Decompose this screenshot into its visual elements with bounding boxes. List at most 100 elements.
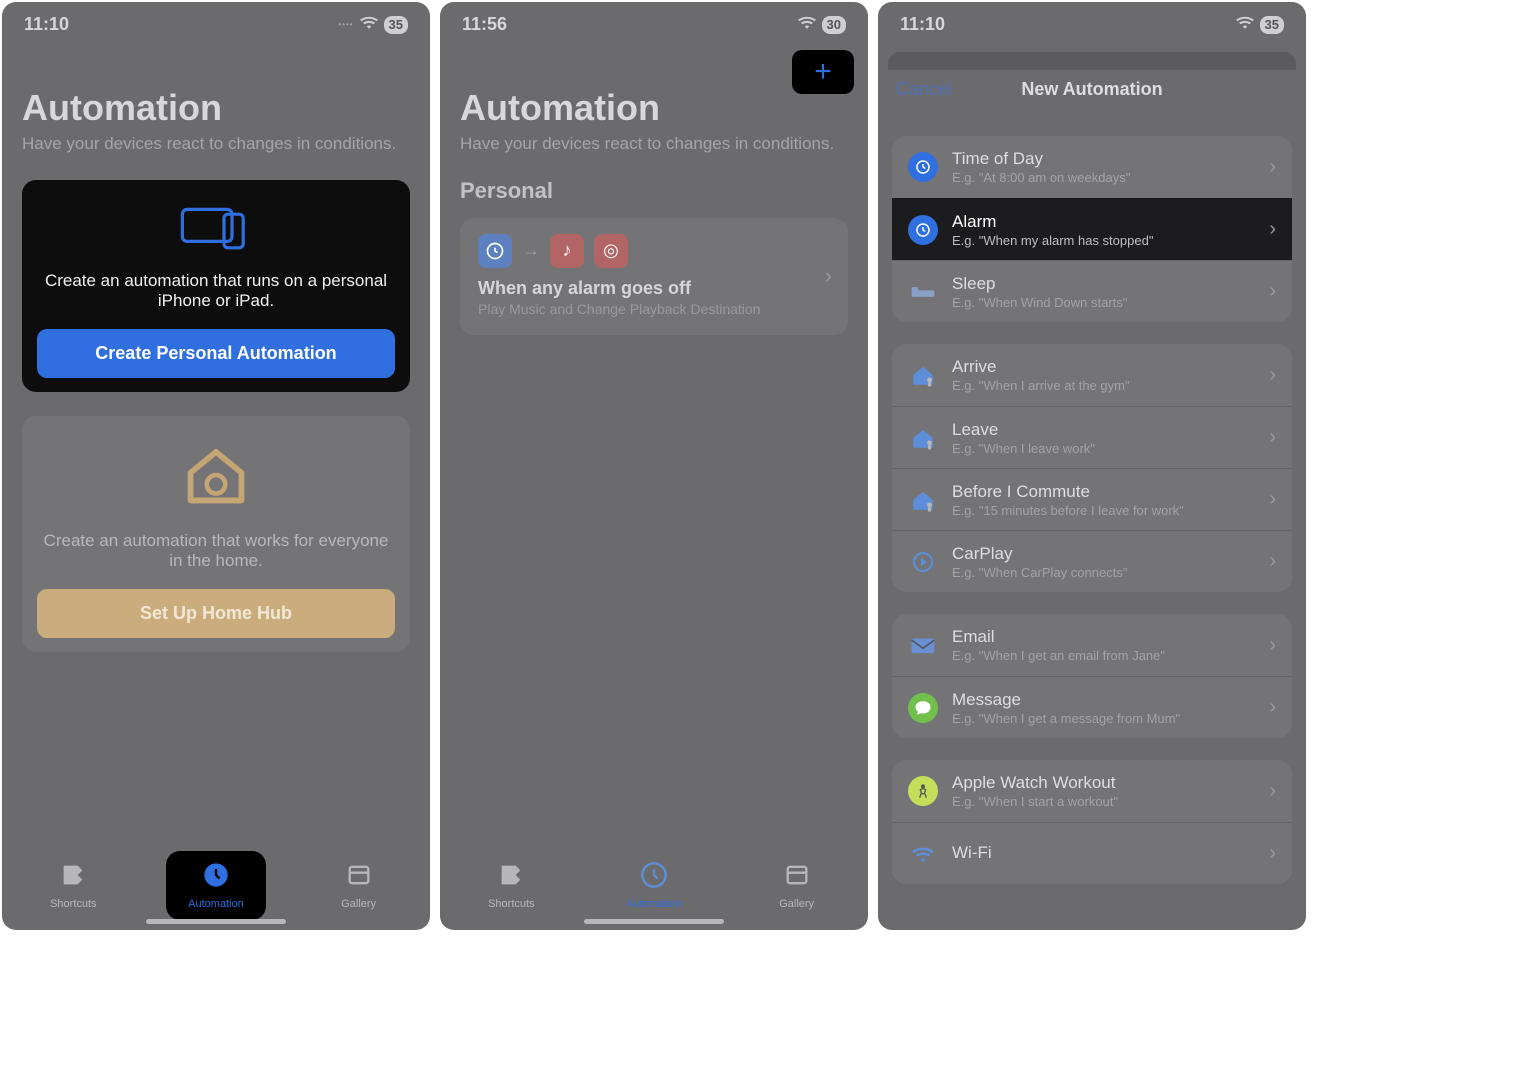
trigger-row-wi-fi[interactable]: Wi-Fi › bbox=[892, 822, 1292, 884]
status-bar: 11:10 35 bbox=[878, 2, 1306, 43]
trigger-row-before-i-commute[interactable]: Before I CommuteE.g. "15 minutes before … bbox=[892, 468, 1292, 530]
trigger-row-sleep[interactable]: SleepE.g. "When Wind Down starts" › bbox=[892, 260, 1292, 322]
wifi-icon bbox=[798, 15, 816, 34]
wifi-icon bbox=[1236, 15, 1254, 34]
trigger-group: EmailE.g. "When I get an email from Jane… bbox=[892, 614, 1292, 738]
status-time: 11:10 bbox=[900, 14, 945, 35]
status-dots: •••• bbox=[338, 20, 353, 29]
tab-automation[interactable]: Automation bbox=[604, 861, 704, 910]
screenshot-panel-1: 11:10 •••• 35 Automation Have your devic… bbox=[2, 2, 430, 930]
trigger-sub: E.g. "When I get an email from Jane" bbox=[952, 648, 1255, 663]
trigger-sub: E.g. "When Wind Down starts" bbox=[952, 295, 1255, 310]
clock-icon bbox=[908, 152, 938, 182]
trigger-group: Time of DayE.g. "At 8:00 am on weekdays"… bbox=[892, 136, 1292, 322]
wifi-trigger-icon bbox=[908, 839, 938, 869]
status-bar: 11:56 30 bbox=[440, 2, 868, 43]
trigger-list: Time of DayE.g. "At 8:00 am on weekdays"… bbox=[878, 114, 1306, 884]
trigger-row-time-of-day[interactable]: Time of DayE.g. "At 8:00 am on weekdays"… bbox=[892, 136, 1292, 198]
wifi-icon bbox=[360, 15, 378, 34]
trigger-row-leave[interactable]: LeaveE.g. "When I leave work"› bbox=[892, 406, 1292, 468]
trigger-sub: E.g. "When I leave work" bbox=[952, 441, 1255, 456]
home-person-icon bbox=[908, 485, 938, 515]
chevron-right-icon: › bbox=[1269, 156, 1276, 179]
tab-shortcuts[interactable]: Shortcuts bbox=[23, 861, 123, 910]
personal-card-desc: Create an automation that runs on a pers… bbox=[32, 271, 400, 311]
tab-bar: Shortcuts Automation Gallery bbox=[2, 850, 430, 930]
arrow-icon: → bbox=[522, 240, 540, 261]
trigger-row-carplay[interactable]: CarPlayE.g. "When CarPlay connects"› bbox=[892, 530, 1292, 592]
tab-automation[interactable]: Automation bbox=[166, 851, 266, 920]
automation-row[interactable]: → ♪ ◎ When any alarm goes off Play Music… bbox=[460, 218, 848, 335]
shortcuts-icon bbox=[497, 861, 525, 896]
clock-icon bbox=[478, 234, 512, 268]
add-button[interactable]: + bbox=[792, 50, 854, 94]
chevron-right-icon: › bbox=[1269, 364, 1276, 387]
bed-icon bbox=[908, 277, 938, 307]
tab-gallery[interactable]: Gallery bbox=[309, 861, 409, 910]
trigger-title: Alarm bbox=[952, 212, 1255, 232]
home-automation-card: Create an automation that works for ever… bbox=[22, 416, 410, 652]
screenshot-panel-3: 11:10 35 Cancel New Automation Time of D… bbox=[878, 2, 1306, 930]
workout-icon bbox=[908, 776, 938, 806]
home-indicator[interactable] bbox=[146, 919, 286, 924]
chevron-right-icon: › bbox=[1269, 634, 1276, 657]
page-title: Automation bbox=[22, 87, 410, 129]
chevron-right-icon: › bbox=[1269, 488, 1276, 511]
status-time: 11:10 bbox=[24, 14, 69, 35]
setup-home-hub-button[interactable]: Set Up Home Hub bbox=[37, 589, 395, 638]
automation-row-title: When any alarm goes off bbox=[478, 278, 830, 299]
trigger-title: Apple Watch Workout bbox=[952, 773, 1255, 793]
trigger-row-apple-watch-workout[interactable]: Apple Watch WorkoutE.g. "When I start a … bbox=[892, 760, 1292, 822]
trigger-sub: E.g. "When I get a message from Mum" bbox=[952, 711, 1255, 726]
page-title: Automation bbox=[460, 87, 848, 129]
screenshot-panel-2: 11:56 30 + Automation Have your devices … bbox=[440, 2, 868, 930]
create-personal-automation-button[interactable]: Create Personal Automation bbox=[37, 329, 395, 378]
trigger-title: Leave bbox=[952, 420, 1255, 440]
trigger-title: Email bbox=[952, 627, 1255, 647]
tab-shortcuts[interactable]: Shortcuts bbox=[461, 861, 561, 910]
music-icon: ♪ bbox=[550, 234, 584, 268]
trigger-title: Arrive bbox=[952, 357, 1255, 377]
home-person-icon bbox=[908, 423, 938, 453]
section-personal: Personal bbox=[460, 178, 848, 204]
personal-automation-card: Create an automation that runs on a pers… bbox=[22, 180, 410, 392]
carplay-icon bbox=[908, 547, 938, 577]
status-time: 11:56 bbox=[462, 14, 507, 35]
home-icon bbox=[32, 438, 400, 517]
gallery-icon bbox=[783, 861, 811, 896]
trigger-title: CarPlay bbox=[952, 544, 1255, 564]
trigger-sub: E.g. "When my alarm has stopped" bbox=[952, 233, 1255, 248]
message-icon bbox=[908, 693, 938, 723]
devices-icon bbox=[32, 202, 400, 257]
tab-bar: Shortcuts Automation Gallery bbox=[440, 850, 868, 930]
battery-icon: 35 bbox=[1260, 16, 1284, 34]
battery-icon: 35 bbox=[384, 16, 408, 34]
chevron-right-icon: › bbox=[1269, 842, 1276, 865]
chevron-right-icon: › bbox=[1269, 280, 1276, 303]
trigger-title: Time of Day bbox=[952, 149, 1255, 169]
trigger-sub: E.g. "When I start a workout" bbox=[952, 794, 1255, 809]
modal-title: New Automation bbox=[1021, 79, 1162, 100]
cancel-button[interactable]: Cancel bbox=[896, 79, 952, 100]
airplay-icon: ◎ bbox=[594, 234, 628, 268]
mail-icon bbox=[908, 630, 938, 660]
battery-icon: 30 bbox=[822, 16, 846, 34]
plus-icon: + bbox=[814, 57, 832, 87]
trigger-row-alarm[interactable]: AlarmE.g. "When my alarm has stopped"› bbox=[892, 198, 1292, 260]
automation-row-sub: Play Music and Change Playback Destinati… bbox=[478, 301, 830, 317]
shortcuts-icon bbox=[59, 861, 87, 896]
trigger-title: Sleep bbox=[952, 274, 1255, 294]
trigger-sub: E.g. "At 8:00 am on weekdays" bbox=[952, 170, 1255, 185]
chevron-right-icon: › bbox=[1269, 780, 1276, 803]
trigger-row-arrive[interactable]: ArriveE.g. "When I arrive at the gym"› bbox=[892, 344, 1292, 406]
trigger-row-message[interactable]: MessageE.g. "When I get a message from M… bbox=[892, 676, 1292, 738]
home-indicator[interactable] bbox=[584, 919, 724, 924]
automation-icon bbox=[202, 861, 230, 896]
trigger-row-email[interactable]: EmailE.g. "When I get an email from Jane… bbox=[892, 614, 1292, 676]
automation-icon bbox=[640, 861, 668, 896]
tab-gallery[interactable]: Gallery bbox=[747, 861, 847, 910]
modal-header: Cancel New Automation bbox=[878, 43, 1306, 114]
home-person-icon bbox=[908, 360, 938, 390]
trigger-group: ArriveE.g. "When I arrive at the gym"›Le… bbox=[892, 344, 1292, 592]
trigger-title: Wi-Fi bbox=[952, 843, 1255, 863]
